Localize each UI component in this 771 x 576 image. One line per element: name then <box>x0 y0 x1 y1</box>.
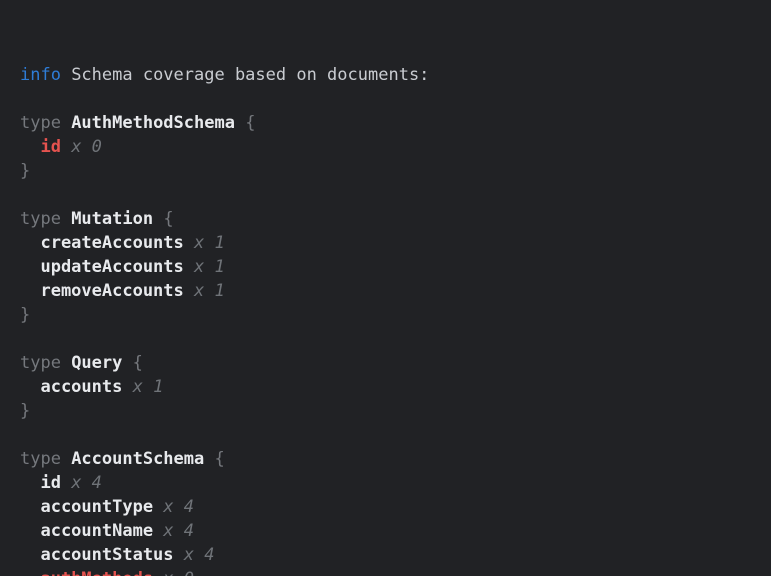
usage-count: x 1 <box>184 281 225 301</box>
field-name-uncovered: authMethods <box>20 569 153 576</box>
brace: } <box>20 401 30 421</box>
field-name: removeAccounts <box>20 281 184 301</box>
type-name: Mutation <box>71 209 153 229</box>
brace: { <box>204 449 224 469</box>
terminal-line: authMethods x 0 <box>20 567 761 576</box>
terminal-line: createAccounts x 1 <box>20 231 761 255</box>
terminal-line: } <box>20 399 761 423</box>
field-name: updateAccounts <box>20 257 184 277</box>
field-name: id <box>20 473 61 493</box>
terminal-line: removeAccounts x 1 <box>20 279 761 303</box>
field-name: accountStatus <box>20 545 174 565</box>
type-keyword: type <box>20 353 71 373</box>
type-keyword: type <box>20 449 71 469</box>
terminal-blank-line <box>20 87 761 111</box>
field-name-uncovered: id <box>20 137 61 157</box>
usage-count: x 1 <box>184 257 225 277</box>
terminal-line: id x 4 <box>20 471 761 495</box>
terminal-line: updateAccounts x 1 <box>20 255 761 279</box>
terminal-line: type Query { <box>20 351 761 375</box>
usage-count: x 0 <box>153 569 194 576</box>
brace: { <box>122 353 142 373</box>
terminal-line: info Schema coverage based on documents: <box>20 63 761 87</box>
usage-count: x 1 <box>122 377 163 397</box>
brace: } <box>20 161 30 181</box>
field-name: accountName <box>20 521 153 541</box>
terminal-line: type Mutation { <box>20 207 761 231</box>
terminal-line: type AccountSchema { <box>20 447 761 471</box>
info-label: info <box>20 65 61 85</box>
terminal-blank-line <box>20 423 761 447</box>
terminal-line: } <box>20 159 761 183</box>
type-keyword: type <box>20 209 71 229</box>
terminal-blank-line <box>20 183 761 207</box>
usage-count: x 4 <box>174 545 215 565</box>
usage-count: x 4 <box>153 497 194 517</box>
field-name: accountType <box>20 497 153 517</box>
type-name: Query <box>71 353 122 373</box>
type-keyword: type <box>20 113 71 133</box>
brace: } <box>20 305 30 325</box>
usage-count: x 4 <box>61 473 102 493</box>
usage-count: x 0 <box>61 137 102 157</box>
terminal-line: accountType x 4 <box>20 495 761 519</box>
field-name: accounts <box>20 377 122 397</box>
field-name: createAccounts <box>20 233 184 253</box>
terminal-output: info Schema coverage based on documents:… <box>20 63 761 576</box>
terminal-line: accounts x 1 <box>20 375 761 399</box>
message-text: Schema coverage based on documents: <box>61 65 429 85</box>
type-name: AccountSchema <box>71 449 204 469</box>
brace: { <box>153 209 173 229</box>
terminal-line: accountName x 4 <box>20 519 761 543</box>
terminal-output-area[interactable]: info Schema coverage based on documents:… <box>0 0 771 576</box>
brace: { <box>235 113 255 133</box>
terminal-line: accountStatus x 4 <box>20 543 761 567</box>
usage-count: x 4 <box>153 521 194 541</box>
usage-count: x 1 <box>184 233 225 253</box>
terminal-line: type AuthMethodSchema { <box>20 111 761 135</box>
terminal-line: id x 0 <box>20 135 761 159</box>
type-name: AuthMethodSchema <box>71 113 235 133</box>
terminal-blank-line <box>20 327 761 351</box>
terminal-line: } <box>20 303 761 327</box>
